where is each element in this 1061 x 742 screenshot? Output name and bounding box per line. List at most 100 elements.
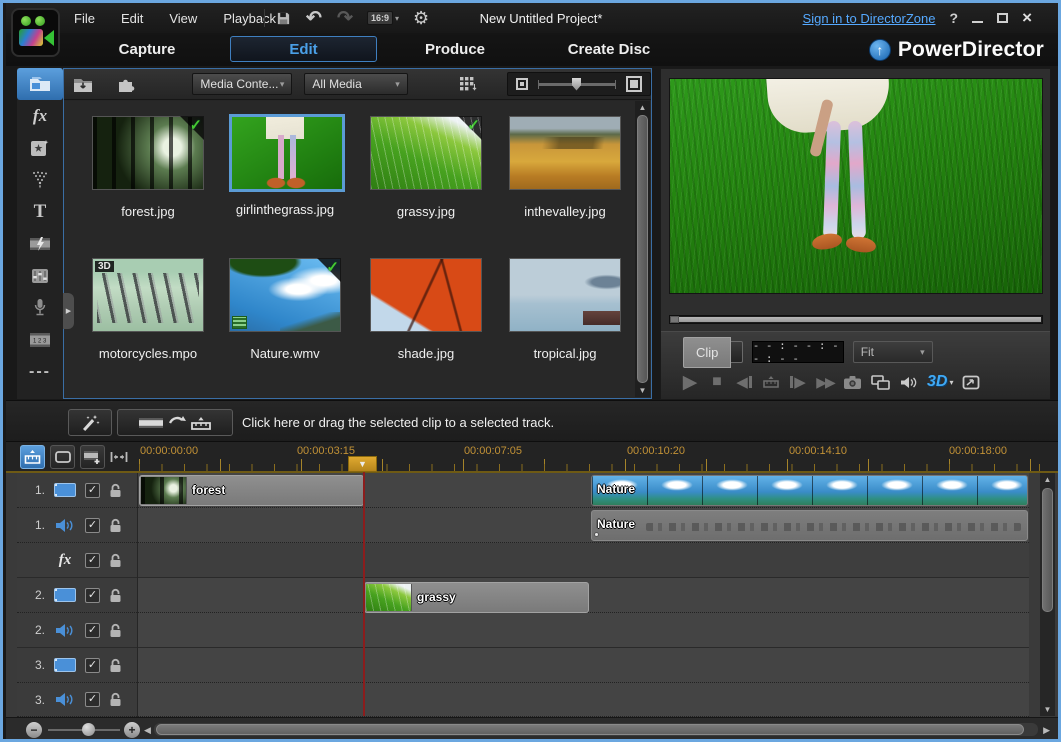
track-enable-checkbox[interactable]: ✓ [85,588,100,603]
tab-capture[interactable]: Capture [102,33,192,66]
undock-preview-icon[interactable] [962,375,980,390]
track-row-video-3[interactable] [138,648,1029,683]
thumbnail-size-slider[interactable] [538,83,616,86]
clip-nature-audio[interactable]: Nature [591,510,1028,541]
track-enable-checkbox[interactable]: ✓ [85,623,100,638]
add-track-button[interactable] [80,445,105,469]
preview-seek-slider[interactable] [669,315,1043,324]
track-row-audio-3[interactable] [138,683,1029,717]
media-item-inthevalley[interactable]: inthevalley.jpg [509,116,621,219]
track-row-audio-2[interactable] [138,613,1029,648]
zoom-slider-thumb[interactable] [82,723,95,736]
media-filter-dropdown[interactable]: All Media ▾ [304,73,407,95]
track-enable-checkbox[interactable]: ✓ [85,553,100,568]
content-filter-dropdown[interactable]: Media Conte... ▾ [192,73,292,95]
track-enable-checkbox[interactable]: ✓ [85,692,100,707]
clip-nature-video[interactable]: Nature [591,475,1028,506]
audio-mixing-room-icon[interactable] [17,260,63,292]
volume-icon[interactable] [899,375,918,390]
scroll-left-icon[interactable]: ◀ [144,725,151,736]
scroll-right-icon[interactable]: ▶ [1043,725,1050,736]
track-header-fx[interactable]: fx ✓ [17,543,137,578]
scroll-up-icon[interactable]: ▲ [1040,473,1055,486]
unlock-icon[interactable] [109,623,122,638]
scrollbar-thumb[interactable] [637,115,648,383]
pip-objects-room-icon[interactable] [17,132,63,164]
track-header-audio-2[interactable]: 2. ✓ [17,613,137,648]
previous-frame-button[interactable]: ◀ [735,373,753,391]
scrollbar-thumb[interactable] [1042,488,1053,612]
track-header-video-3[interactable]: 3. ✓ [17,648,137,683]
minimize-button[interactable] [972,14,983,23]
timeline-ruler[interactable]: 00:00:00:00 00:00:03:15 00:00:07:05 00:0… [6,442,1058,473]
large-thumbnail-icon[interactable] [626,76,642,92]
unlock-icon[interactable] [109,483,122,498]
timecode-display[interactable]: - - : - - : - - : - - [752,341,844,363]
thumbnail-forest[interactable]: ✓ [92,116,204,190]
tab-produce[interactable]: Produce [409,33,501,66]
sort-view-icon[interactable] [456,71,481,97]
zoom-fit-dropdown[interactable]: Fit ▾ [853,341,933,363]
transition-room-icon[interactable] [17,228,63,260]
subtitle-room-icon[interactable]: --- [17,356,63,388]
close-button[interactable]: × [1022,13,1032,23]
small-thumbnail-icon[interactable] [516,78,528,90]
unlock-icon[interactable] [109,588,122,603]
unlock-icon[interactable] [109,518,122,533]
seek-thumb[interactable] [670,316,679,323]
clip-mode-button[interactable]: Clip [683,337,731,368]
signin-directorzone-link[interactable]: Sign in to DirectorZone [803,11,936,26]
stop-button[interactable]: ■ [708,373,726,391]
thumbnail-tropical[interactable] [509,258,621,332]
thumbnail-inthevalley[interactable] [509,116,621,190]
fit-timeline-button[interactable] [108,445,130,469]
effect-room-icon[interactable]: fx [17,100,63,132]
unlock-icon[interactable] [109,553,122,568]
media-room-icon[interactable] [17,68,63,100]
thumbnail-nature[interactable]: ✓ [229,258,341,332]
tab-create-disc[interactable]: Create Disc [559,33,659,66]
zoom-out-button[interactable]: − [26,722,42,738]
media-item-motorcycles[interactable]: 3D motorcycles.mpo [92,258,204,361]
track-enable-checkbox[interactable]: ✓ [85,483,100,498]
menu-playback[interactable]: Playback [223,11,276,26]
menu-view[interactable]: View [169,11,197,26]
playhead-marker[interactable]: ▼ [348,456,377,472]
media-item-forest[interactable]: ✓ forest.jpg [92,116,204,219]
tab-edit[interactable]: Edit [230,36,377,62]
slider-thumb[interactable] [572,78,581,91]
thumbnail-shade[interactable] [370,258,482,332]
track-row-fx[interactable] [138,543,1029,578]
preferences-gear-icon[interactable]: ⚙ [412,8,430,28]
media-item-tropical[interactable]: tropical.jpg [509,258,621,361]
menu-file[interactable]: File [74,11,95,26]
clip-grassy[interactable]: grassy [364,582,589,613]
voiceover-room-icon[interactable] [17,292,63,324]
seek-ruler-icon[interactable] [762,375,780,389]
track-header-video-1[interactable]: 1. ✓ [17,473,137,508]
import-media-icon[interactable] [70,71,95,97]
scrollbar-thumb[interactable] [156,724,1024,735]
thumbnail-girlinthegrass[interactable] [229,114,345,192]
drag-hint-text[interactable]: Click here or drag the selected clip to … [242,401,554,443]
media-item-nature[interactable]: ✓ Nature.wmv [229,258,341,361]
unlock-icon[interactable] [109,692,122,707]
particle-room-icon[interactable] [17,164,63,196]
next-frame-button[interactable]: ▶ [789,373,807,391]
insert-to-timeline-button[interactable] [117,409,233,436]
scroll-down-icon[interactable]: ▼ [1040,703,1055,716]
track-header-video-2[interactable]: 2. ✓ [17,578,137,613]
fast-forward-button[interactable]: ▶▶ [816,374,834,391]
timeline-scrollbar-horizontal[interactable] [154,723,1038,736]
help-button[interactable]: ? [950,10,959,26]
upgrade-icon[interactable]: ↑ [869,39,891,61]
timeline-view-button[interactable] [20,445,45,469]
scroll-down-icon[interactable]: ▼ [635,384,650,397]
clip-forest[interactable]: forest [139,475,364,506]
chapter-room-icon[interactable]: 1 2 3 [17,324,63,356]
thumbnail-motorcycles[interactable]: 3D [92,258,204,332]
track-enable-checkbox[interactable]: ✓ [85,658,100,673]
scroll-up-icon[interactable]: ▲ [635,101,650,114]
media-item-grassy[interactable]: ✓ grassy.jpg [370,116,482,219]
undo-icon[interactable]: ↶ [305,8,323,28]
